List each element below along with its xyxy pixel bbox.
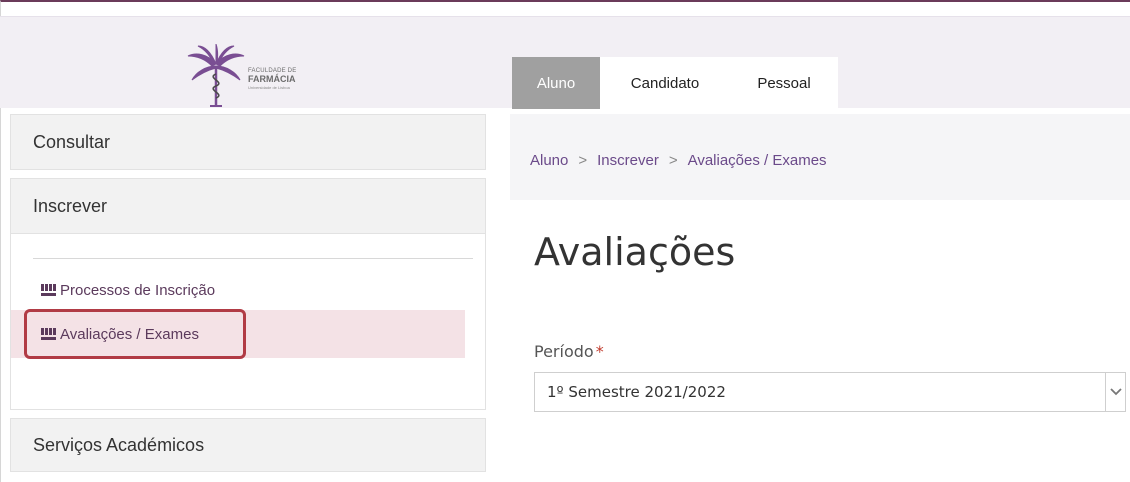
tab-pessoal[interactable]: Pessoal [730,57,838,109]
required-mark: * [595,342,604,361]
periodo-label: Período * [534,342,604,361]
sidebar-section-inscrever[interactable]: Inscrever [10,178,486,234]
sidebar-section-consultar[interactable]: Consultar [10,114,486,170]
palm-tree-icon [187,44,245,107]
logo-line-2: FARMÁCIA [248,74,296,84]
sidebar-item-processos-inscricao[interactable]: Processos de Inscrição [11,266,465,314]
breadcrumb-inscrever[interactable]: Inscrever [597,152,659,169]
sidebar: Consultar Inscrever Processos de Inscriç… [0,108,500,482]
breadcrumb-bar: Aluno > Inscrever > Avaliações / Exames [510,114,1130,200]
main-content: Aluno > Inscrever > Avaliações / Exames … [510,108,1130,482]
chevron-down-icon-svg [1110,388,1122,396]
periodo-select-value: 1º Semestre 2021/2022 [547,383,726,401]
logo-text: FACULDADE DE FARMÁCIA Universidade de Li… [248,68,296,90]
periodo-select[interactable]: 1º Semestre 2021/2022 [534,372,1126,412]
chevron-down-icon[interactable] [1106,373,1126,411]
breadcrumb-aluno[interactable]: Aluno [530,152,568,169]
breadcrumb-separator: > [668,152,678,169]
submenu-divider [33,258,473,259]
grid-icon [41,284,56,296]
breadcrumb-separator: > [578,152,588,169]
logo-line-3: Universidade de Lisboa [248,85,290,90]
sidebar-item-label: Processos de Inscrição [60,281,216,299]
top-bar: FACULDADE DE FARMÁCIA Universidade de Li… [0,16,1130,110]
faculty-logo: FACULDADE DE FARMÁCIA Universidade de Li… [186,44,318,110]
periodo-label-text: Período [534,342,594,361]
page-title: Avaliações [534,230,736,274]
breadcrumb-avaliacoes-exames[interactable]: Avaliações / Exames [688,152,827,169]
sidebar-section-servicos-academicos[interactable]: Serviços Académicos [10,418,486,472]
highlight-box [24,309,246,359]
breadcrumb: Aluno > Inscrever > Avaliações / Exames [530,152,827,169]
tab-aluno[interactable]: Aluno [512,57,600,109]
tab-candidato[interactable]: Candidato [600,57,730,109]
